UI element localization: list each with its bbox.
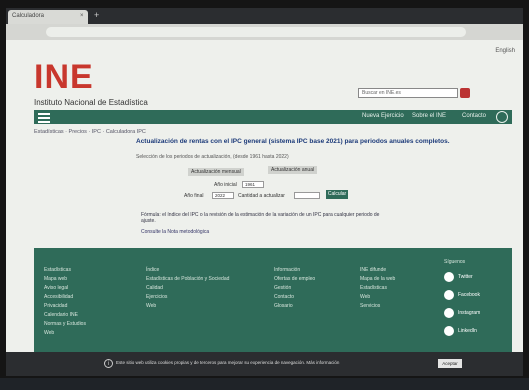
tab-title: Calculadora: [12, 13, 45, 19]
footer-link[interactable]: Normas y Estudios: [44, 320, 86, 329]
org-name: Instituto Nacional de Estadística: [34, 98, 148, 107]
start-year-label: Año inicial: [214, 182, 237, 188]
amount-input[interactable]: [294, 192, 320, 199]
footer-link[interactable]: Índice: [146, 266, 229, 275]
footer-link[interactable]: Accesibilidad: [44, 293, 86, 302]
footer-col-2: Índice Estadísticas de Población y Socie…: [146, 266, 229, 311]
social-label: Instagram: [458, 310, 481, 316]
footer-link[interactable]: Mapa web: [44, 275, 86, 284]
end-year-select[interactable]: 2022: [212, 192, 234, 199]
social-facebook[interactable]: Facebook: [444, 290, 480, 300]
footer-link[interactable]: Web: [44, 329, 86, 338]
footer-col-1: Estadísticas Mapa web Aviso legal Accesi…: [44, 266, 86, 338]
social-instagram[interactable]: Instagram: [444, 308, 480, 318]
footer-link[interactable]: Ejercicios: [146, 293, 229, 302]
language-link[interactable]: English: [495, 48, 515, 54]
social-twitter[interactable]: Twitter: [444, 272, 480, 282]
footer-link[interactable]: Estadísticas de Población y Sociedad: [146, 275, 229, 284]
facebook-icon: [444, 290, 454, 300]
linkedin-icon: [444, 326, 454, 336]
menu-icon[interactable]: [38, 113, 50, 125]
tab-monthly[interactable]: Actualización mensual: [188, 168, 244, 176]
nav-item-contact[interactable]: Contacto: [462, 113, 486, 119]
breadcrumb[interactable]: Estadísticas · Precios · IPC · Calculado…: [34, 129, 146, 135]
nav-item-ejercicio[interactable]: Nueva Ejercicio: [362, 113, 404, 119]
twitter-icon: [444, 272, 454, 282]
new-tab-icon[interactable]: +: [94, 10, 99, 20]
social-heading: Síguenos: [444, 259, 466, 265]
methodology-link[interactable]: Consulte la Nota metodológica: [141, 229, 209, 235]
footer-link[interactable]: Información: [274, 266, 315, 275]
footer-link[interactable]: Privacidad: [44, 302, 86, 311]
amount-label: Cantidad a actualizar: [238, 193, 285, 199]
social-label: Twitter: [458, 274, 473, 280]
footer-col-3: Información Ofertas de empleo Gestión Co…: [274, 266, 315, 311]
start-year-select[interactable]: 1961: [242, 181, 264, 188]
social-links: Twitter Facebook Instagram LinkedIn: [444, 272, 480, 344]
calculate-button[interactable]: Calcular: [326, 190, 348, 199]
social-label: Facebook: [458, 292, 480, 298]
web-page: English INE Instituto Nacional de Estadí…: [6, 40, 523, 376]
browser-tab[interactable]: Calculadora ×: [8, 10, 88, 24]
info-icon: i: [104, 359, 113, 368]
browser-screen: Calculadora × + English INE Instituto Na…: [6, 8, 523, 376]
main-navbar: Nueva Ejercicio Sobre el INE Contacto: [34, 110, 512, 124]
footer-link[interactable]: Calendario INE: [44, 311, 86, 320]
page-subtitle: Selección de los periodos de actualizaci…: [136, 154, 289, 160]
formula-note: Fórmula: el índice del IPC o la revisión…: [141, 212, 380, 224]
social-label: LinkedIn: [458, 328, 477, 334]
monitor-frame: Calculadora × + English INE Instituto Na…: [0, 0, 529, 390]
footer-link[interactable]: Servicios: [360, 302, 395, 311]
footer-link[interactable]: Web: [360, 293, 395, 302]
os-taskbar: [0, 378, 529, 390]
close-tab-icon[interactable]: ×: [80, 13, 84, 19]
footer-link[interactable]: Estadísticas: [360, 284, 395, 293]
instagram-icon: [444, 308, 454, 318]
site-footer: Estadísticas Mapa web Aviso legal Accesi…: [34, 248, 512, 368]
search-icon[interactable]: [460, 88, 470, 98]
address-bar-area: [6, 24, 523, 40]
footer-link[interactable]: Estadísticas: [44, 266, 86, 275]
address-bar[interactable]: [46, 27, 466, 37]
footer-link[interactable]: Glosario: [274, 302, 315, 311]
ine-logo[interactable]: INE: [34, 58, 94, 97]
tab-bar: Calculadora × +: [6, 8, 523, 24]
cookie-text: Este sitio web utiliza cookies propias y…: [116, 360, 340, 365]
footer-link[interactable]: Web: [146, 302, 229, 311]
accept-cookies-button[interactable]: Aceptar: [438, 359, 462, 368]
footer-link[interactable]: INE difunde: [360, 266, 395, 275]
search-input[interactable]: Buscar en INE.es: [358, 88, 458, 98]
footer-col-4: INE difunde Mapa de la web Estadísticas …: [360, 266, 395, 311]
footer-link[interactable]: Gestión: [274, 284, 315, 293]
footer-link[interactable]: Contacto: [274, 293, 315, 302]
cookie-banner: i Este sitio web utiliza cookies propias…: [6, 352, 523, 376]
user-icon[interactable]: [496, 111, 508, 123]
footer-link[interactable]: Ofertas de empleo: [274, 275, 315, 284]
footer-link[interactable]: Mapa de la web: [360, 275, 395, 284]
footer-link[interactable]: Aviso legal: [44, 284, 86, 293]
footer-link[interactable]: Calidad: [146, 284, 229, 293]
nav-item-about[interactable]: Sobre el INE: [412, 113, 446, 119]
social-linkedin[interactable]: LinkedIn: [444, 326, 480, 336]
tab-annual[interactable]: Actualización anual: [268, 166, 318, 174]
page-title: Actualización de rentas con el IPC gener…: [136, 138, 450, 145]
end-year-label: Año final: [184, 193, 204, 199]
